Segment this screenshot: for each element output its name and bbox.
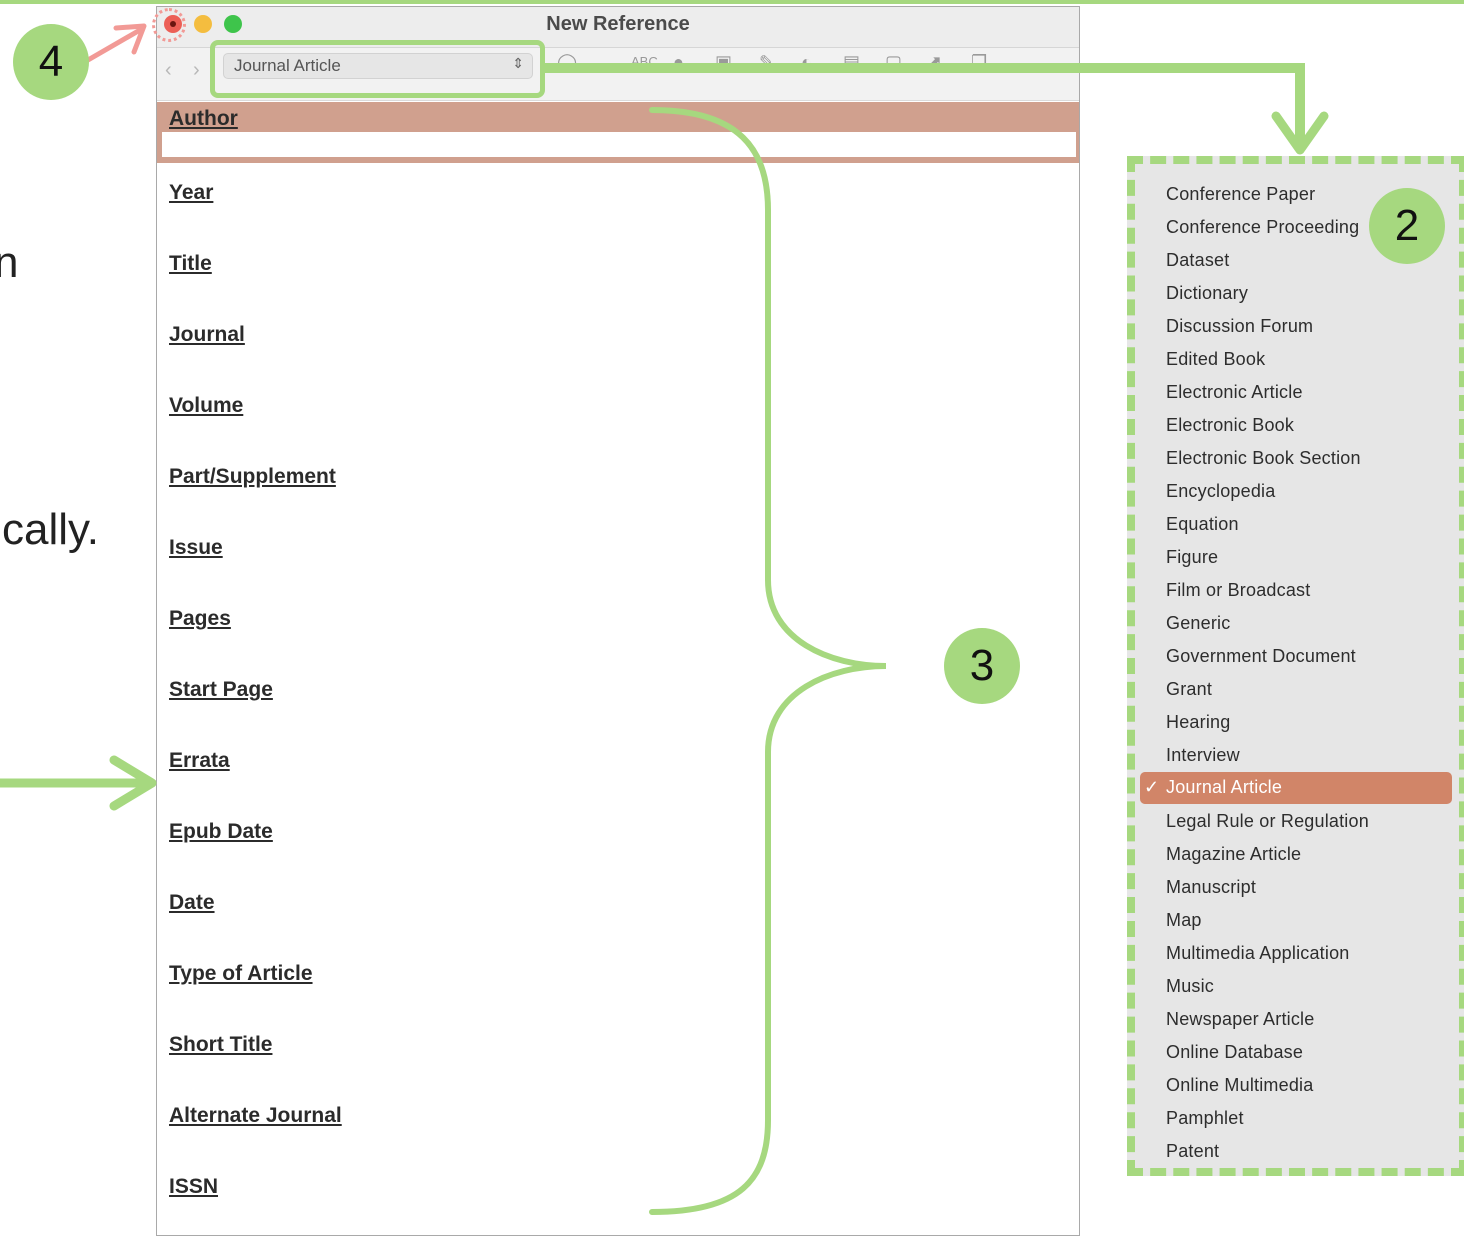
- errata-pointer-arrow: [0, 755, 157, 811]
- callout-badge-2: 2: [1369, 188, 1445, 264]
- pin-icon[interactable]: ●: [673, 52, 684, 73]
- menu-item[interactable]: Map: [1166, 910, 1202, 931]
- callout-4-arrow: [85, 23, 147, 63]
- menu-item[interactable]: Government Document: [1166, 646, 1356, 667]
- menu-item[interactable]: Grant: [1166, 679, 1212, 700]
- search-icon[interactable]: ◯: [557, 52, 577, 73]
- field-part-supplement[interactable]: Part/Supplement: [157, 451, 1079, 522]
- field-start-page[interactable]: Start Page: [157, 664, 1079, 735]
- field-label-type-of-article: Type of Article: [169, 962, 313, 985]
- paperclip-icon[interactable]: ✎: [759, 52, 774, 73]
- field-label-volume: Volume: [169, 394, 244, 417]
- checkmark-icon: ✓: [1144, 777, 1160, 797]
- window-title: New Reference: [546, 13, 690, 35]
- field-issue[interactable]: Issue: [157, 522, 1079, 593]
- background-text-fragment: cally.: [2, 505, 99, 554]
- menu-item[interactable]: Pamphlet: [1166, 1108, 1244, 1129]
- field-label-author: Author: [169, 107, 238, 130]
- field-title[interactable]: Title: [157, 238, 1079, 309]
- field-label-errata: Errata: [169, 749, 230, 772]
- document-icon[interactable]: ▢: [885, 52, 902, 73]
- forward-icon[interactable]: ›: [193, 59, 200, 82]
- menu-item[interactable]: Hearing: [1166, 712, 1230, 733]
- field-epub-date[interactable]: Epub Date: [157, 806, 1079, 877]
- field-journal[interactable]: Journal: [157, 309, 1079, 380]
- menu-item[interactable]: Online Multimedia: [1166, 1075, 1313, 1096]
- menu-item[interactable]: Conference Paper: [1166, 184, 1315, 205]
- callout-badge-4: 4: [13, 24, 89, 100]
- menu-item[interactable]: Edited Book: [1166, 349, 1265, 370]
- menu-item-label: Journal Article: [1166, 777, 1283, 797]
- menu-item[interactable]: Encyclopedia: [1166, 481, 1275, 502]
- menu-item[interactable]: Equation: [1166, 514, 1239, 535]
- field-short-title[interactable]: Short Title: [157, 1019, 1079, 1090]
- back-icon[interactable]: ‹: [165, 59, 172, 82]
- author-input[interactable]: [162, 132, 1076, 157]
- menu-item[interactable]: Online Database: [1166, 1042, 1303, 1063]
- field-label-pages: Pages: [169, 607, 231, 630]
- menu-item[interactable]: Dataset: [1166, 250, 1229, 271]
- menu-item[interactable]: Newspaper Article: [1166, 1009, 1314, 1030]
- menu-item[interactable]: Multimedia Application: [1166, 943, 1350, 964]
- menu-item[interactable]: Magazine Article: [1166, 844, 1301, 865]
- reference-type-highlight: [210, 40, 545, 98]
- close-button-highlight: [152, 8, 186, 42]
- reference-type-menu: Conference Paper Conference Proceeding D…: [1127, 156, 1464, 1176]
- author-field-row[interactable]: Author: [157, 102, 1079, 163]
- menu-item[interactable]: Music: [1166, 976, 1214, 997]
- field-date[interactable]: Date: [157, 877, 1079, 948]
- top-accent-line: [0, 0, 1464, 4]
- menu-item[interactable]: Dictionary: [1166, 283, 1248, 304]
- menu-item[interactable]: Interview: [1166, 745, 1240, 766]
- menu-item[interactable]: Patent: [1166, 1141, 1219, 1162]
- field-issn[interactable]: ISSN: [157, 1161, 1079, 1232]
- menu-item[interactable]: Legal Rule or Regulation: [1166, 811, 1369, 832]
- menu-item[interactable]: Discussion Forum: [1166, 316, 1313, 337]
- field-volume[interactable]: Volume: [157, 380, 1079, 451]
- background-text-fragment: n: [0, 238, 19, 287]
- field-label-issn: ISSN: [169, 1175, 219, 1198]
- field-label-short-title: Short Title: [169, 1033, 273, 1056]
- menu-item[interactable]: Manuscript: [1166, 877, 1256, 898]
- copy-icon[interactable]: ❐: [971, 52, 987, 73]
- field-label-issue: Issue: [169, 536, 223, 559]
- field-label-epub-date: Epub Date: [169, 820, 273, 843]
- chart-icon[interactable]: ▤: [843, 52, 860, 73]
- field-label-year: Year: [169, 181, 214, 204]
- field-label-alternate-journal: Alternate Journal: [169, 1104, 342, 1127]
- menu-item[interactable]: Figure: [1166, 547, 1218, 568]
- field-label-start-page: Start Page: [169, 678, 273, 701]
- menu-item[interactable]: Film or Broadcast: [1166, 580, 1310, 601]
- field-label-part-supplement: Part/Supplement: [169, 465, 336, 488]
- spellcheck-icon[interactable]: ABC: [631, 54, 658, 69]
- menu-item[interactable]: Electronic Book: [1166, 415, 1294, 436]
- field-type-of-article[interactable]: Type of Article: [157, 948, 1079, 1019]
- export-icon[interactable]: ⬈: [927, 52, 942, 73]
- field-alternate-journal[interactable]: Alternate Journal: [157, 1090, 1079, 1161]
- field-label-date: Date: [169, 891, 215, 914]
- menu-item-selected[interactable]: ✓ Journal Article: [1140, 772, 1452, 804]
- field-year[interactable]: Year: [157, 167, 1079, 238]
- new-reference-window: New Reference ‹ › Journal Article ⇕ ◯ AB…: [156, 6, 1080, 1236]
- attach-figure-icon[interactable]: ▣: [715, 52, 732, 73]
- menu-item[interactable]: Generic: [1166, 613, 1230, 634]
- field-label-title: Title: [169, 252, 212, 275]
- menu-item[interactable]: Electronic Article: [1166, 382, 1303, 403]
- field-pages[interactable]: Pages: [157, 593, 1079, 664]
- callout-badge-3: 3: [944, 628, 1020, 704]
- menu-item[interactable]: Conference Proceeding: [1166, 217, 1359, 238]
- pie-chart-icon[interactable]: ◐: [801, 52, 812, 73]
- field-errata[interactable]: Errata: [157, 735, 1079, 806]
- menu-item[interactable]: Electronic Book Section: [1166, 448, 1361, 469]
- field-label-journal: Journal: [169, 323, 245, 346]
